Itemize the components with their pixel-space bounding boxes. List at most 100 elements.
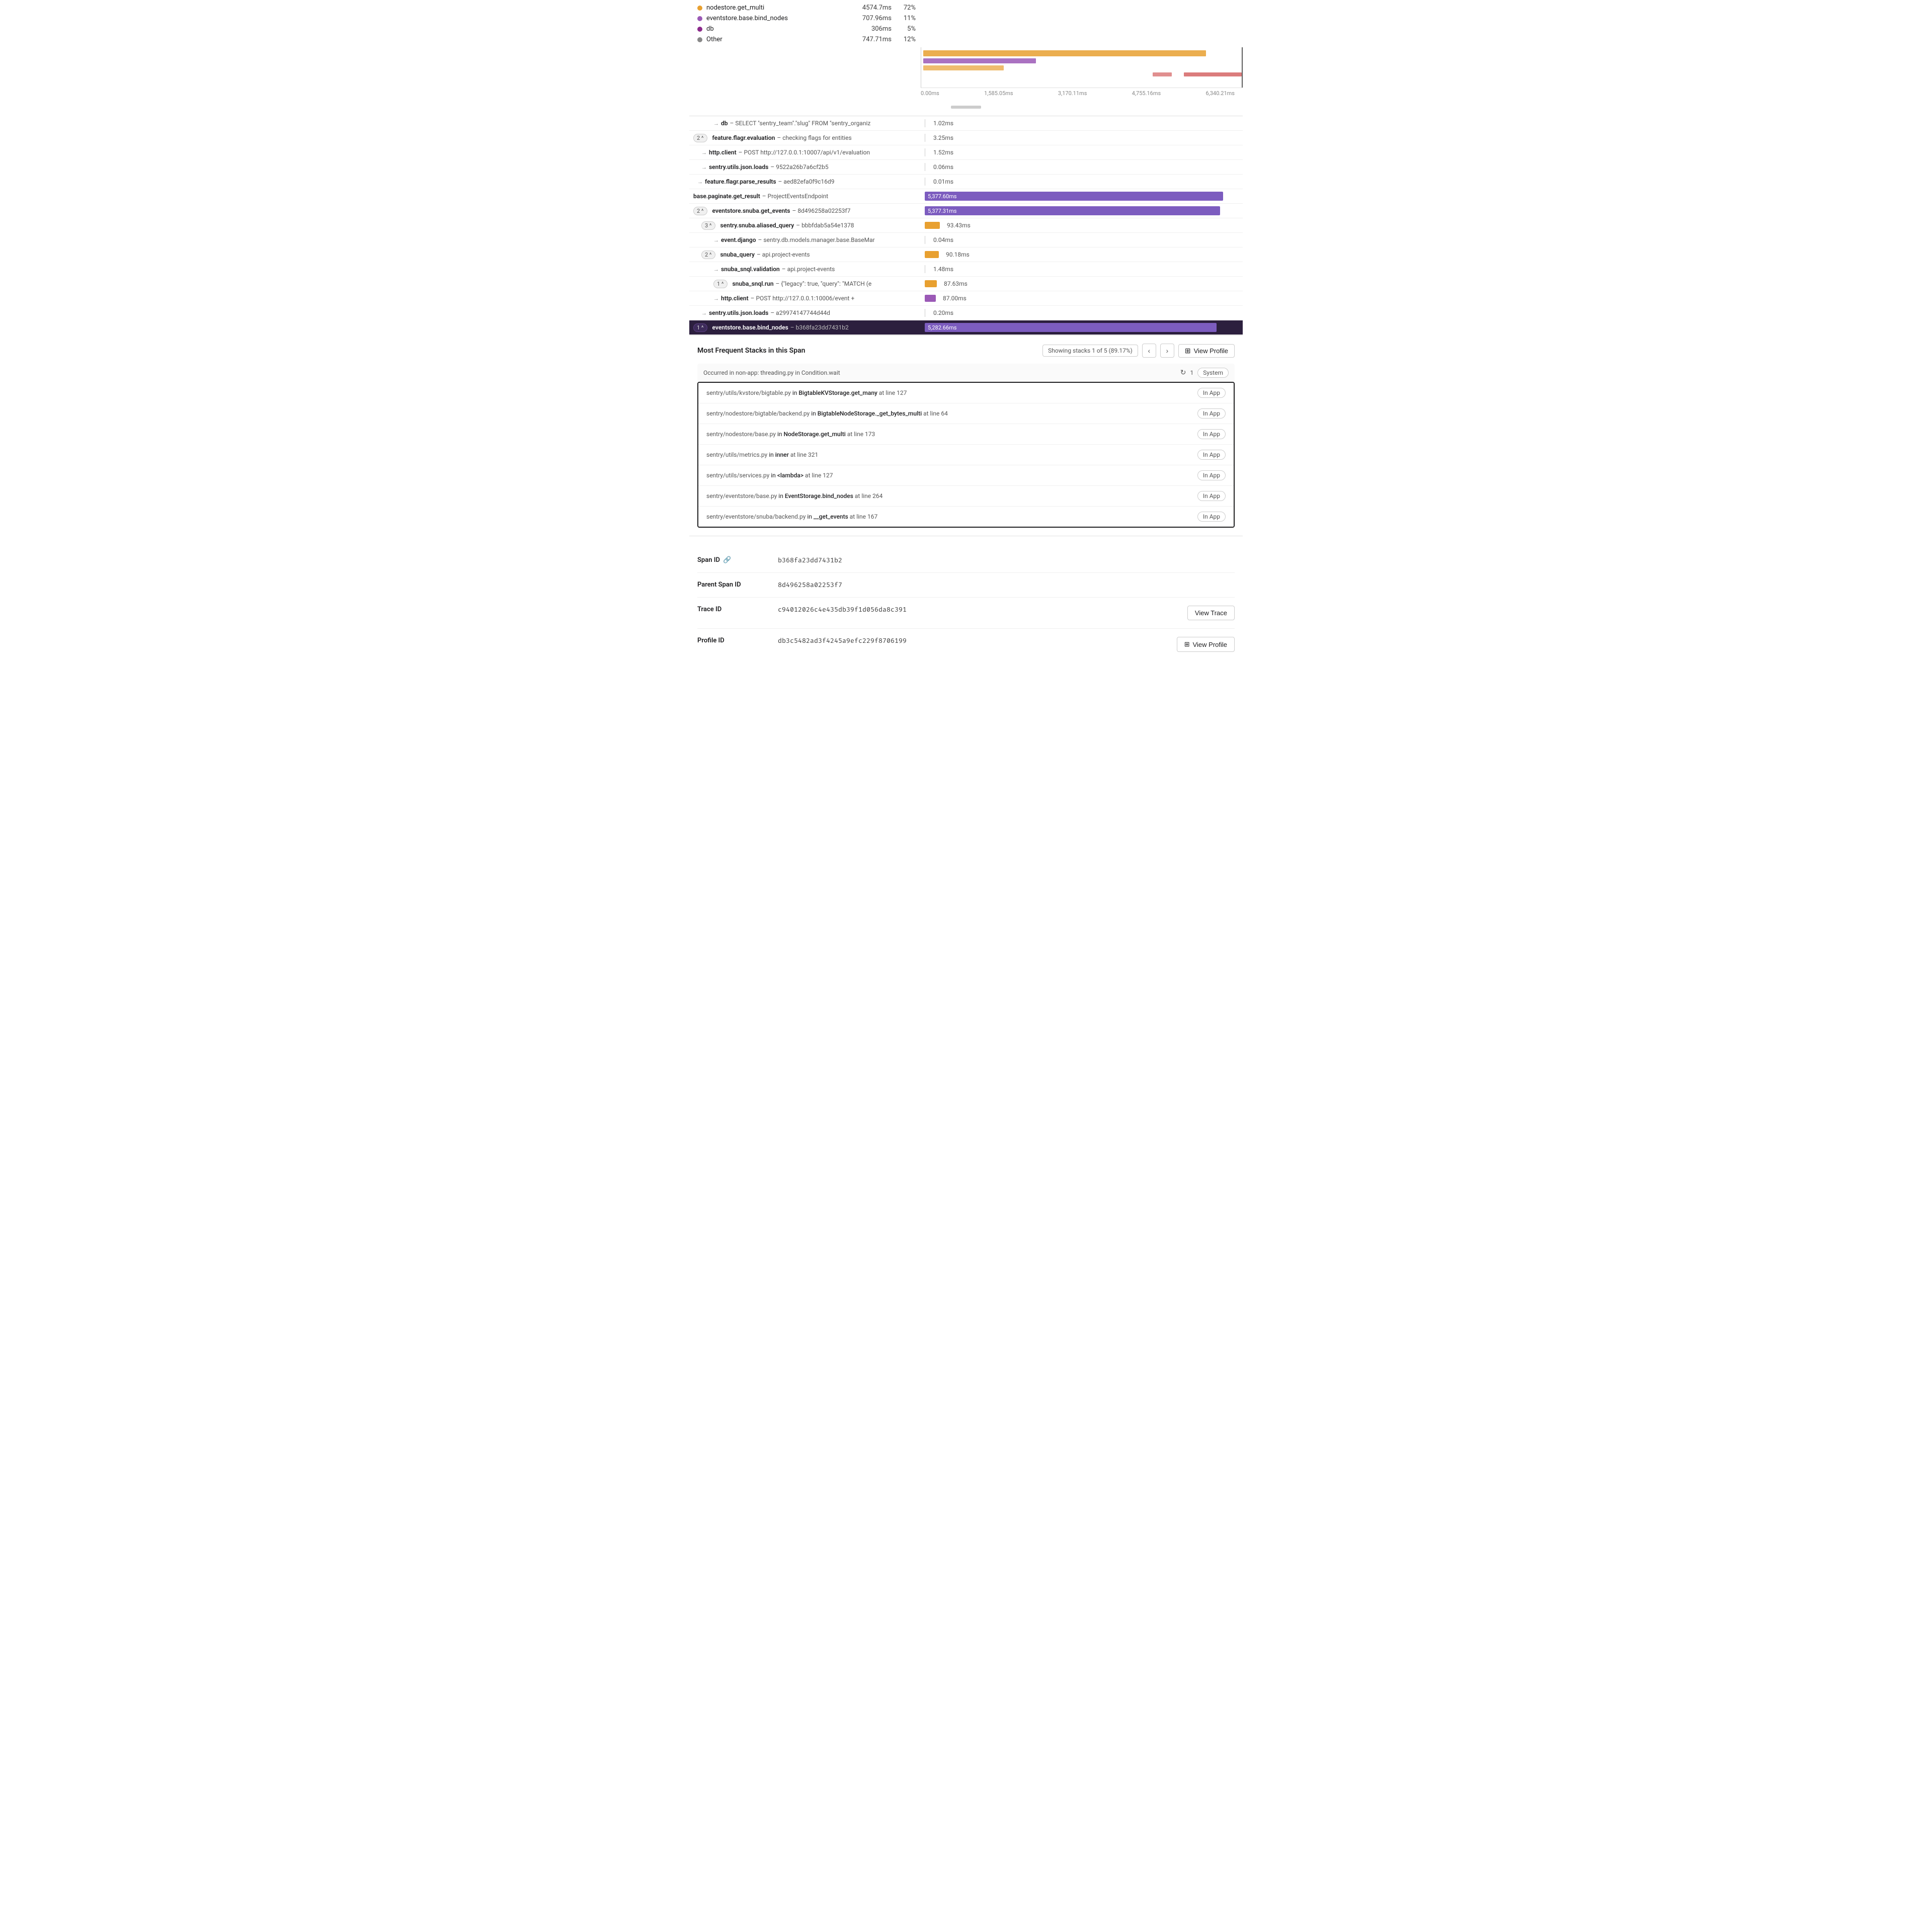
frame-in-7: in [807, 513, 814, 520]
view-trace-button[interactable]: View Trace [1187, 606, 1235, 620]
view-profile-button-stacks[interactable]: ⊞ View Profile [1178, 344, 1235, 358]
in-app-badge-7: In App [1197, 512, 1226, 522]
duration-http1: 1.52ms [929, 149, 953, 156]
span-right-db: 1.02ms [921, 116, 1243, 130]
frame-path-6: sentry/eventstore/base.py [706, 492, 777, 500]
frame-method-5: <lambda> [777, 472, 803, 479]
refresh-count: 1 [1190, 369, 1193, 376]
span-desc-bind-nodes: – b368fa23dd7431b2 [790, 324, 849, 331]
span-row-parse-results: → feature.flagr.parse_results – aed82efa… [689, 175, 1243, 189]
duration-db: 1.02ms [929, 120, 953, 127]
span-desc-paginate: – ProjectEventsEndpoint [762, 193, 828, 200]
bar-bind-nodes: 5,282.66ms [925, 323, 1217, 332]
span-name-db: db [721, 120, 728, 127]
next-stack-button[interactable]: › [1160, 344, 1174, 358]
span-left-snuba-events: 2 ^ eventstore.snuba.get_events – 8d4962… [689, 205, 921, 217]
span-name-aliased: sentry.snuba.aliased_query [720, 222, 794, 229]
bar-aliased [925, 222, 940, 229]
stack-frame-5: sentry/utils/services.py in <lambda> at … [698, 465, 1234, 486]
view-profile-label-details: View Profile [1193, 641, 1227, 648]
span-left-aliased: 3 ^ sentry.snuba.aliased_query – bbbfdab… [689, 219, 921, 232]
details-section: Span ID 🔗 b368fa23dd7431b2 Parent Span I… [689, 536, 1243, 672]
span-row-snuba-query: 2 ^ snuba_query – api.project-events 90.… [689, 247, 1243, 262]
stack-frame-6: sentry/eventstore/base.py in EventStorag… [698, 486, 1234, 507]
span-desc-db: – SELECT "sentry_team"."slug" FROM "sent… [730, 120, 871, 127]
stacks-counter: Showing stacks 1 of 5 (89.17%) [1042, 345, 1138, 357]
in-app-badge-4: In App [1197, 450, 1226, 460]
frame-method-1: BigtableKVStorage.get_many [798, 389, 877, 396]
span-name-snuba-query: snuba_query [720, 251, 755, 258]
stacks-section: Most Frequent Stacks in this Span Showin… [689, 336, 1243, 536]
count-badge-snuba-events[interactable]: 2 ^ [693, 207, 707, 215]
view-profile-icon-details: ⊞ [1184, 640, 1190, 648]
frame-in-4: in [769, 451, 775, 458]
frame-left-1: sentry/utils/kvstore/bigtable.py in Bigt… [706, 389, 1197, 396]
legend-db-pct: 5% [896, 25, 916, 33]
span-row-bind-nodes: 1 ^ eventstore.base.bind_nodes – b368fa2… [689, 320, 1243, 335]
detail-label-parent-span: Parent Span ID [697, 581, 778, 589]
duration-snuba-query: 90.18ms [942, 251, 970, 258]
prev-stack-button[interactable]: ‹ [1142, 344, 1156, 358]
span-name-snql-validation: snuba_snql.validation [721, 266, 780, 273]
count-badge-aliased[interactable]: 3 ^ [701, 221, 715, 230]
view-profile-button-details[interactable]: ⊞ View Profile [1177, 637, 1235, 652]
detail-label-span-id: Span ID 🔗 [697, 556, 778, 564]
axis-label-2: 3,170.11ms [1058, 90, 1087, 97]
duration-snql-run: 87.63ms [940, 280, 968, 287]
span-name-json2: sentry.utils.json.loads [709, 309, 768, 316]
span-arrow-db: → [713, 120, 719, 127]
frame-line-2: at line 64 [923, 410, 948, 417]
span-row-db: → db – SELECT "sentry_team"."slug" FROM … [689, 116, 1243, 131]
span-right-bind-nodes: 5,282.66ms [921, 320, 1243, 335]
frame-path-5: sentry/utils/services.py [706, 472, 769, 479]
detail-value-span-id: b368fa23dd7431b2 [778, 556, 1235, 564]
span-desc-event-django: – sentry.db.models.manager.base.BaseMar [758, 236, 875, 243]
span-right-aliased: 93.43ms [921, 218, 1243, 232]
span-row-snql-run: 1 ^ snuba_snql.run – {"legacy": true, "q… [689, 277, 1243, 291]
frame-left-2: sentry/nodestore/bigtable/backend.py in … [706, 410, 1197, 417]
bar-paginate: 5,377.60ms [925, 192, 1223, 201]
frame-path-4: sentry/utils/metrics.py [706, 451, 767, 458]
count-badge-snql-run[interactable]: 1 ^ [713, 280, 728, 288]
span-right-http2: 87.00ms [921, 291, 1243, 305]
in-app-badge-5: In App [1197, 470, 1226, 480]
span-arrow-parse: → [693, 179, 703, 185]
span-left-snql-validation: → snuba_snql.validation – api.project-ev… [689, 264, 921, 275]
span-id-label: Span ID [697, 556, 720, 564]
span-row-paginate: base.paginate.get_result – ProjectEvents… [689, 189, 1243, 204]
stacks-title: Most Frequent Stacks in this Span [697, 347, 805, 355]
span-left-paginate: base.paginate.get_result – ProjectEvents… [689, 191, 921, 202]
legend-db-name: db [706, 25, 847, 33]
stack-frame-1: sentry/utils/kvstore/bigtable.py in Bigt… [698, 383, 1234, 403]
span-right-parse: 0.01ms [921, 175, 1243, 189]
axis-labels: 0.00ms 1,585.05ms 3,170.11ms 4,755.16ms … [921, 88, 1243, 99]
frame-path-2: sentry/nodestore/bigtable/backend.py [706, 410, 810, 417]
bar-snuba-query-container: 90.18ms [925, 251, 970, 258]
detail-label-profile-id: Profile ID [697, 637, 778, 644]
scrollbar-area[interactable] [689, 99, 1243, 116]
span-desc-snql-validation: – api.project-events [782, 266, 835, 273]
legend-db-time: 306ms [851, 25, 892, 33]
count-badge-flagr-eval[interactable]: 2 ^ [693, 134, 707, 142]
legend-other-time: 747.71ms [851, 36, 892, 43]
span-left-json2: → sentry.utils.json.loads – a29974147744… [689, 307, 921, 318]
legend-eventstore-time: 707.96ms [851, 15, 892, 22]
refresh-icon: ↻ [1180, 369, 1186, 377]
profile-id-label: Profile ID [697, 637, 725, 644]
trace-id-label: Trace ID [697, 606, 721, 613]
frame-method-6: EventStorage.bind_nodes [785, 492, 853, 500]
stacks-header: Most Frequent Stacks in this Span Showin… [697, 344, 1235, 358]
axis-label-4: 6,340.21ms [1205, 90, 1234, 97]
span-desc-aliased: – bbbfdab5a54e1378 [796, 222, 854, 229]
scrollbar-thumb[interactable] [951, 106, 981, 109]
count-badge-snuba-query[interactable]: 2 ^ [701, 251, 715, 259]
detail-row-profile-id: Profile ID db3c5482ad3f4245a9efc229f8706… [697, 629, 1235, 660]
legend-nodestore-time: 4574.7ms [851, 4, 892, 12]
axis-label-3: 4,755.16ms [1132, 90, 1161, 97]
count-badge-bind-nodes[interactable]: 1 ^ [693, 323, 707, 332]
span-left-http2: → http.client – POST http://127.0.0.1:10… [689, 293, 921, 304]
span-arrow-http2: → [713, 295, 719, 302]
span-row-snuba-events: 2 ^ eventstore.snuba.get_events – 8d4962… [689, 204, 1243, 218]
span-desc-snuba-query: – api.project-events [757, 251, 810, 258]
detail-actions-profile: ⊞ View Profile [1177, 637, 1235, 652]
